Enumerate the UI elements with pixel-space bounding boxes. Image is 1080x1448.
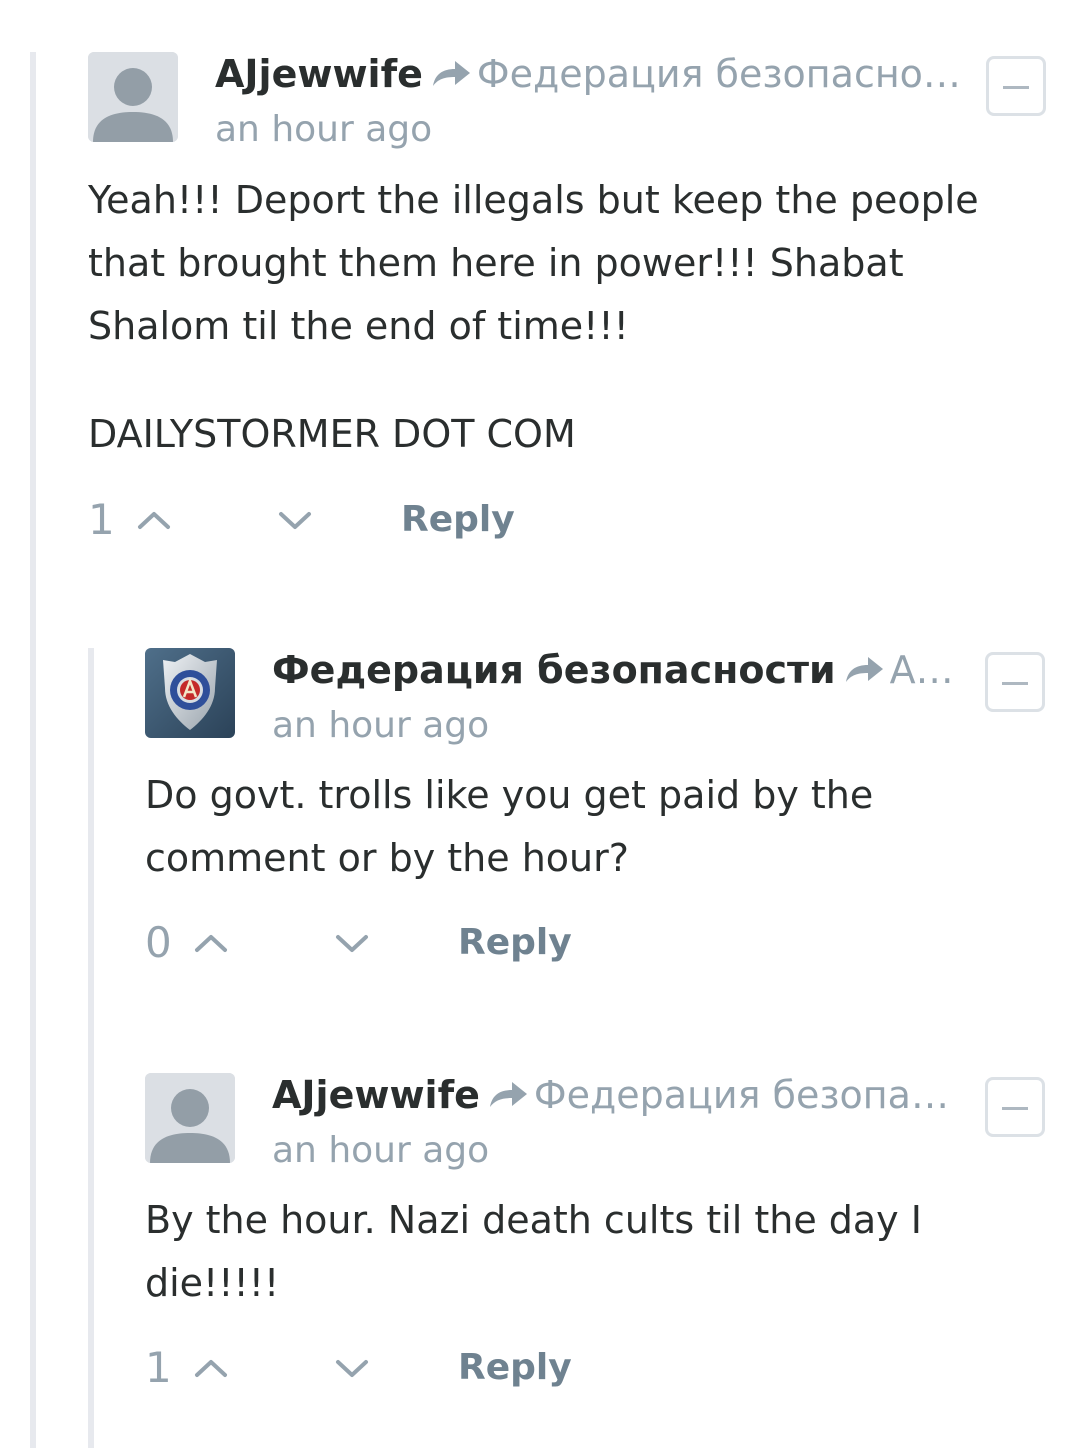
user-silhouette-icon: [88, 52, 178, 142]
comment-header: AJjewwife Федерация безопа…: [272, 1073, 957, 1117]
badge-avatar[interactable]: [145, 648, 235, 738]
author-name[interactable]: AJjewwife: [215, 52, 423, 96]
reply-button[interactable]: Reply: [458, 918, 572, 968]
author-name[interactable]: Федерация безопасности: [272, 648, 836, 692]
author-name[interactable]: AJjewwife: [272, 1073, 480, 1117]
comment-body: Do govt. trolls like you get paid by the…: [145, 764, 1015, 890]
thread-line-root: [30, 52, 36, 1448]
comment-text: DAILYSTORMER DOT COM: [88, 412, 576, 456]
user-silhouette-icon: [145, 1073, 235, 1163]
comment: AJjewwife Федерация безопасно… an hour ag…: [88, 52, 1050, 552]
collapse-button[interactable]: [985, 652, 1045, 712]
vote-count: 0: [145, 918, 172, 967]
in-reply-to-link[interactable]: Федерация безопа…: [534, 1073, 949, 1117]
reply-button[interactable]: Reply: [458, 1343, 572, 1393]
share-arrow-icon: [845, 657, 883, 682]
comment-text: By the hour. Nazi death cults til the da…: [145, 1198, 922, 1305]
comment-body: By the hour. Nazi death cults til the da…: [145, 1189, 1015, 1315]
minus-icon: [1003, 86, 1029, 89]
comment-header: AJjewwife Федерация безопасно…: [215, 52, 967, 96]
share-arrow-icon: [432, 61, 470, 86]
share-arrow-icon: [489, 1082, 527, 1107]
timestamp[interactable]: an hour ago: [272, 1129, 489, 1173]
default-avatar[interactable]: [88, 52, 178, 142]
timestamp[interactable]: an hour ago: [215, 108, 432, 152]
thread-line-nested: [88, 648, 94, 1448]
comment: AJjewwife Федерация безопа… an hour ago B…: [145, 1073, 1050, 1403]
comment-text: Yeah!!! Deport the illegals but keep the…: [88, 178, 979, 348]
comment-text: Do govt. trolls like you get paid by the…: [145, 773, 874, 880]
comment-body: Yeah!!! Deport the illegals but keep the…: [88, 169, 1050, 466]
downvote-chevron-down-icon[interactable]: [334, 930, 370, 956]
vote-count: 1: [145, 1343, 172, 1392]
in-reply-to-link[interactable]: Федерация безопасно…: [477, 52, 961, 96]
vote-count: 1: [88, 495, 115, 544]
upvote-chevron-up-icon[interactable]: [193, 1355, 229, 1381]
timestamp[interactable]: an hour ago: [272, 704, 489, 748]
downvote-chevron-down-icon[interactable]: [277, 507, 313, 533]
upvote-chevron-up-icon[interactable]: [193, 930, 229, 956]
security-badge-icon: [145, 648, 235, 738]
default-avatar[interactable]: [145, 1073, 235, 1163]
comment-header: Федерация безопасности A…: [272, 648, 957, 692]
comment-footer: 1 Reply: [145, 1343, 645, 1393]
comment: Федерация безопасности A… an hour ago Do …: [145, 648, 1050, 978]
collapse-button[interactable]: [985, 1077, 1045, 1137]
downvote-chevron-down-icon[interactable]: [334, 1355, 370, 1381]
comment-footer: 1 Reply: [88, 495, 588, 545]
minus-icon: [1002, 682, 1028, 685]
in-reply-to-link[interactable]: A…: [890, 648, 954, 692]
collapse-button[interactable]: [986, 56, 1046, 116]
reply-button[interactable]: Reply: [401, 495, 515, 545]
comment-footer: 0 Reply: [145, 918, 645, 968]
minus-icon: [1002, 1107, 1028, 1110]
upvote-chevron-up-icon[interactable]: [136, 507, 172, 533]
